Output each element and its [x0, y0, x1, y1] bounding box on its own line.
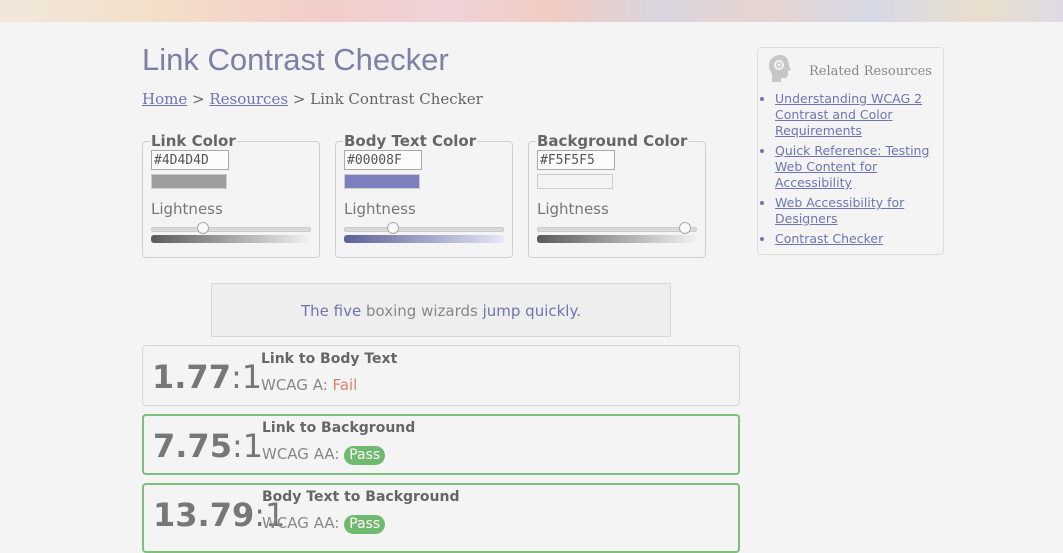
slider-thumb[interactable] [679, 222, 691, 234]
background-lightness-slider[interactable] [537, 222, 697, 234]
result-link-to-body-text: 1.77:1 Link to Body Text WCAG A: Fail [142, 345, 740, 406]
related-link-understanding-wcag[interactable]: Understanding WCAG 2 Contrast and Color … [775, 91, 922, 138]
top-banner-strip [0, 0, 1063, 22]
picker-legend: Background Color [537, 132, 688, 150]
list-item: Understanding WCAG 2 Contrast and Color … [775, 91, 940, 139]
related-link-contrast-checker[interactable]: Contrast Checker [775, 231, 883, 246]
wcag-result-line: WCAG AA: Pass [262, 514, 386, 534]
wcag-level: WCAG A: [261, 376, 333, 394]
ratio-suffix: :1 [231, 427, 264, 465]
list-item: Quick Reference: Testing Web Content for… [775, 143, 940, 191]
contrast-ratio: 7.75:1 [153, 427, 263, 465]
related-resources-list: Understanding WCAG 2 Contrast and Color … [758, 91, 940, 251]
wcag-level: WCAG AA: [262, 445, 345, 463]
lightness-gradient-bar [344, 235, 504, 243]
result-title: Body Text to Background [262, 489, 460, 505]
breadcrumb-home-link[interactable]: Home [142, 90, 187, 108]
background-color-hex-input[interactable] [537, 150, 615, 170]
slider-track [537, 227, 697, 232]
related-link-quick-reference[interactable]: Quick Reference: Testing Web Content for… [775, 143, 929, 190]
list-item: Contrast Checker [775, 231, 940, 247]
related-resources-heading: Related Resources [809, 64, 932, 79]
ratio-suffix: :1 [230, 358, 263, 396]
slider-thumb[interactable] [387, 222, 399, 234]
contrast-ratio: 1.77:1 [152, 358, 262, 396]
breadcrumb: Home > Resources > Link Contrast Checker [142, 90, 483, 108]
background-color-picker: Background Color Lightness [528, 132, 706, 258]
fail-status: Fail [332, 376, 358, 394]
breadcrumb-resources-link[interactable]: Resources [209, 90, 288, 108]
page-title: Link Contrast Checker [142, 42, 449, 77]
wcag-result-line: WCAG AA: Pass [262, 445, 386, 465]
picker-legend: Body Text Color [344, 132, 477, 150]
result-link-to-background: 7.75:1 Link to Background WCAG AA: Pass [142, 414, 740, 475]
wcag-result-line: WCAG A: Fail [261, 376, 357, 394]
slider-track [151, 227, 311, 232]
pass-badge: Pass [344, 515, 386, 534]
lightness-label: Lightness [151, 200, 223, 218]
lightness-label: Lightness [537, 200, 609, 218]
sample-link-text: The five [301, 302, 362, 320]
lightness-gradient-bar [151, 235, 311, 243]
slider-track [344, 227, 504, 232]
background-color-swatch[interactable] [537, 174, 613, 189]
result-title: Link to Background [262, 420, 416, 436]
lightness-label: Lightness [344, 200, 416, 218]
sample-link-text: jump quickly. [482, 302, 581, 320]
head-gear-icon [769, 55, 791, 82]
sample-text-preview: The five boxing wizards jump quickly. [211, 283, 671, 337]
link-color-swatch[interactable] [151, 174, 227, 189]
link-lightness-slider[interactable] [151, 222, 311, 234]
slider-thumb[interactable] [197, 222, 209, 234]
ratio-value: 13.79 [153, 496, 255, 534]
body-text-lightness-slider[interactable] [344, 222, 504, 234]
breadcrumb-separator: > [187, 90, 210, 108]
sample-body-text: boxing wizards [361, 302, 483, 320]
result-title: Link to Body Text [261, 351, 398, 367]
related-resources-panel: Related Resources Understanding WCAG 2 C… [757, 47, 944, 255]
link-color-hex-input[interactable] [151, 150, 229, 170]
ratio-value: 7.75 [153, 427, 232, 465]
body-text-color-hex-input[interactable] [344, 150, 422, 170]
ratio-value: 1.77 [152, 358, 231, 396]
body-text-color-picker: Body Text Color Lightness [335, 132, 513, 258]
breadcrumb-current: Link Contrast Checker [310, 90, 483, 108]
related-resources-header: Related Resources [767, 54, 937, 84]
link-color-picker: Link Color Lightness [142, 132, 320, 258]
picker-legend: Link Color [151, 132, 236, 150]
wcag-level: WCAG AA: [262, 514, 345, 532]
breadcrumb-separator: > [288, 90, 311, 108]
result-body-text-to-background: 13.79:1 Body Text to Background WCAG AA:… [142, 483, 740, 553]
list-item: Web Accessibility for Designers [775, 195, 940, 227]
body-text-color-swatch[interactable] [344, 174, 420, 189]
pass-badge: Pass [344, 446, 386, 465]
lightness-gradient-bar [537, 235, 697, 243]
related-link-web-accessibility-designers[interactable]: Web Accessibility for Designers [775, 195, 904, 226]
